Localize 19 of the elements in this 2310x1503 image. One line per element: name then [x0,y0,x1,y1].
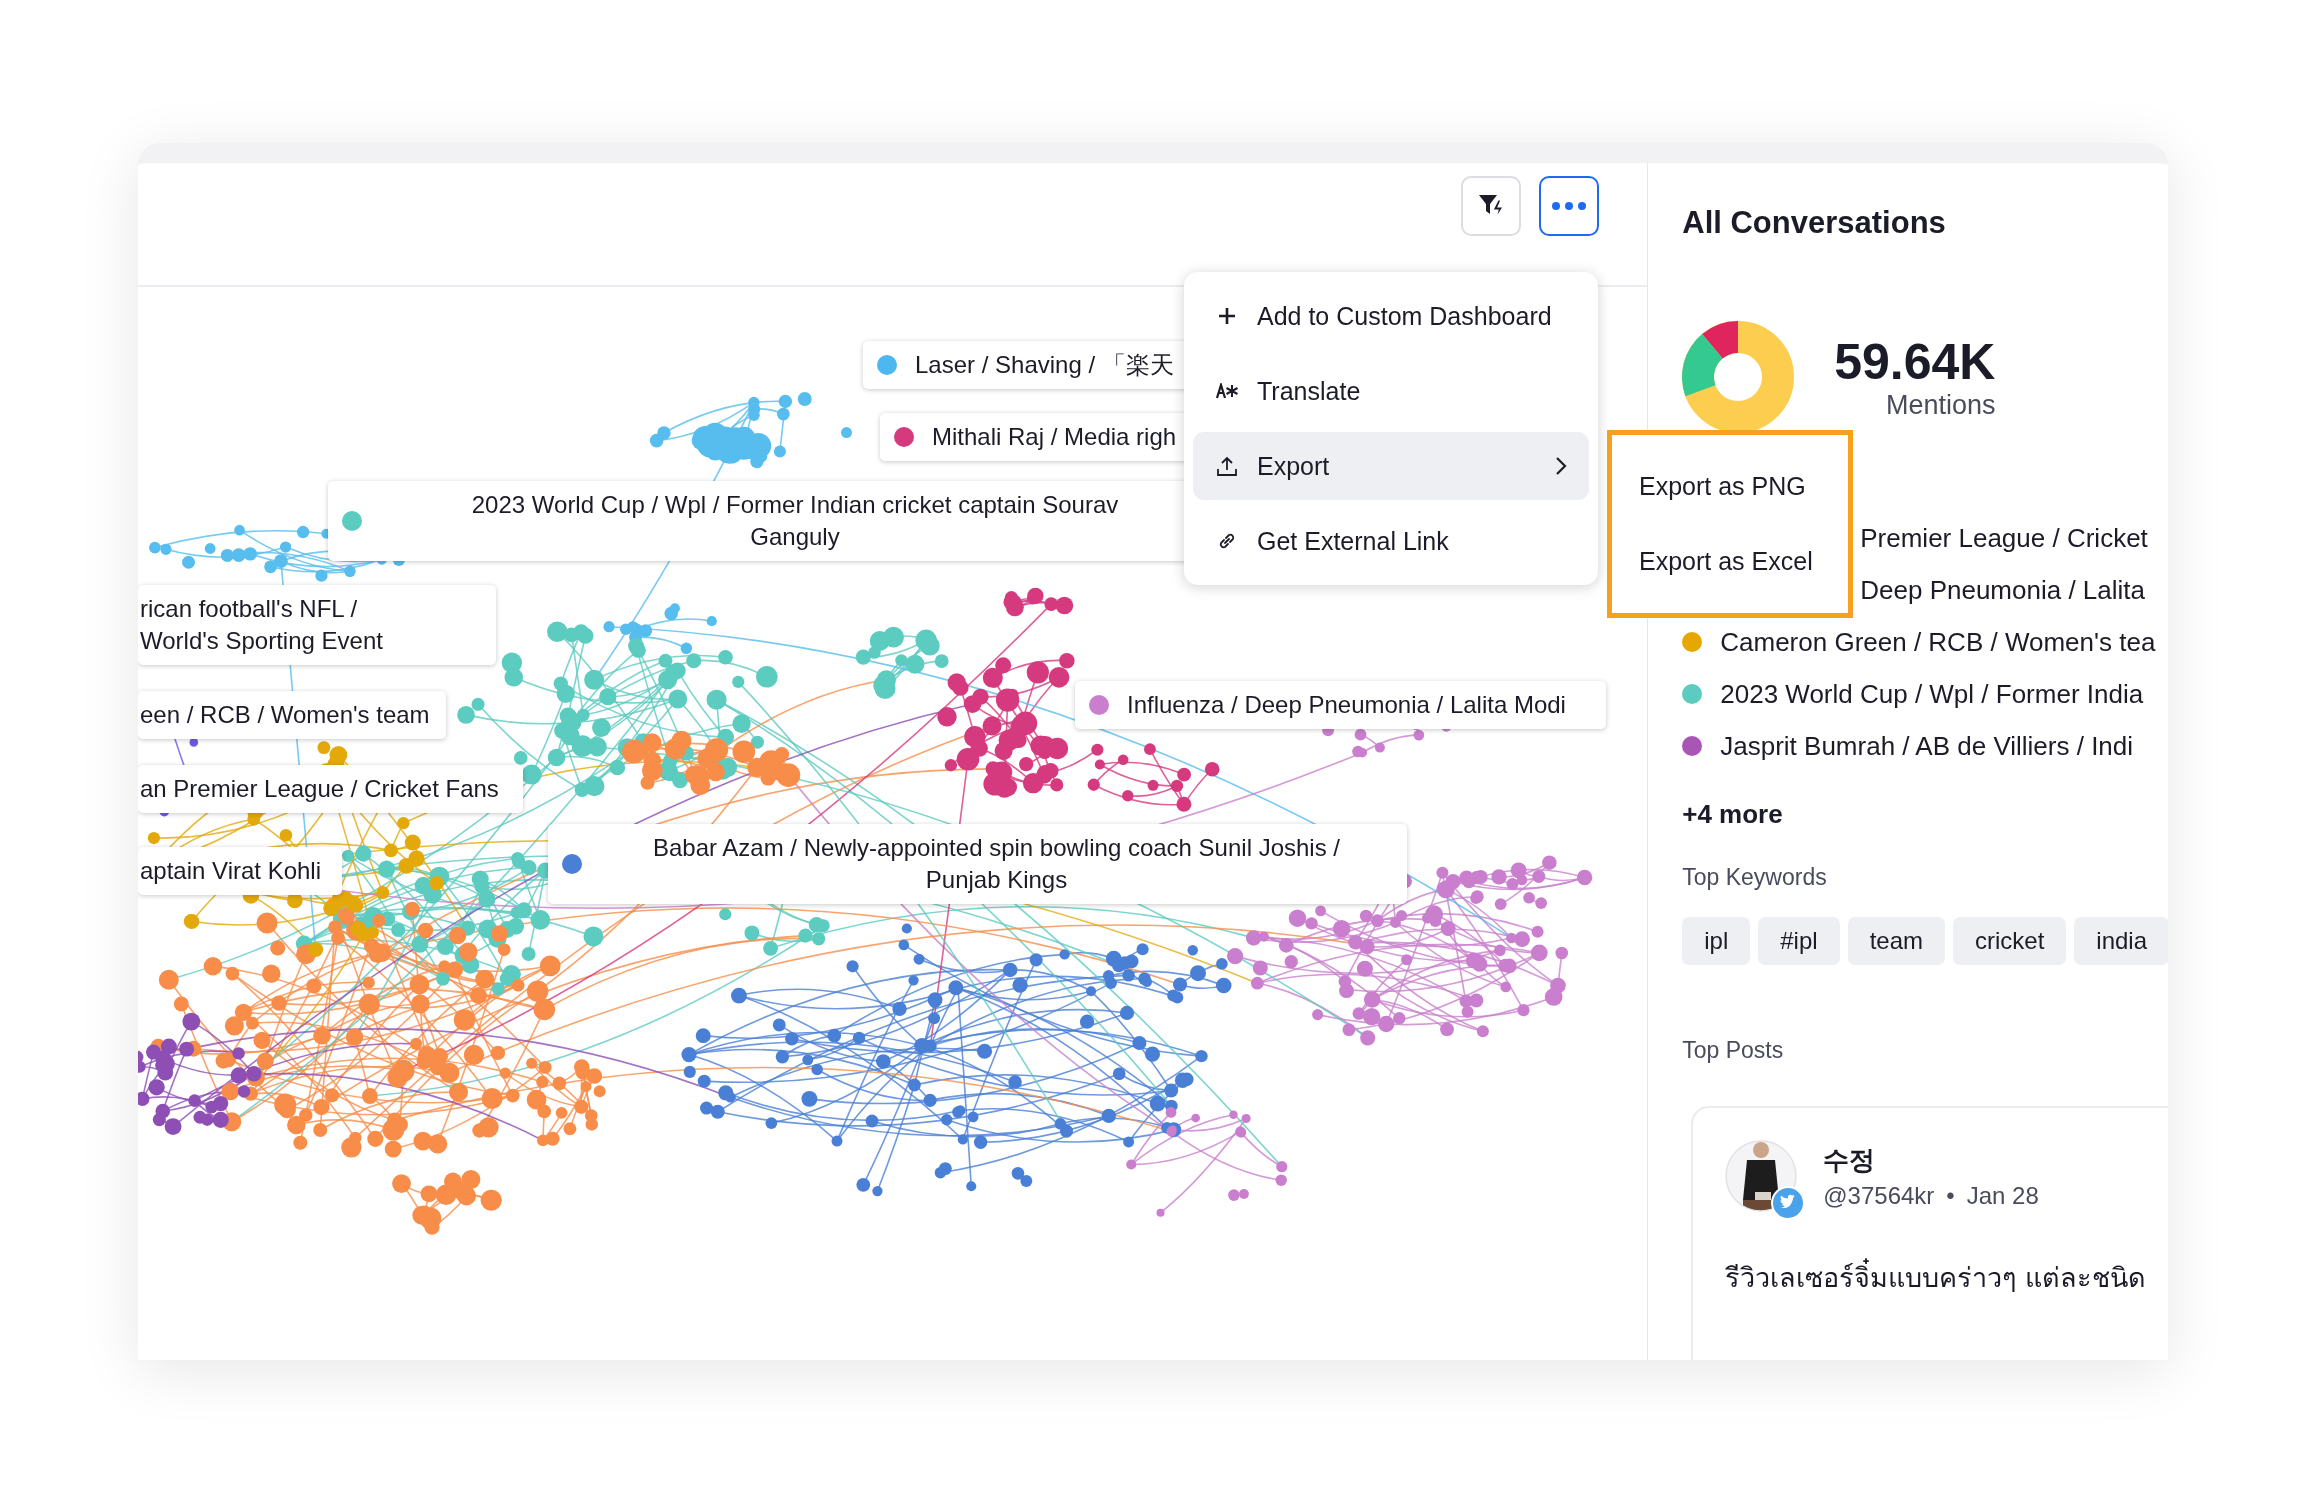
separator: • [1946,1181,1955,1210]
label-text: Mithali Raj / Media righ [932,422,1177,452]
label-text: Laser / Shaving / 「楽天 [915,350,1174,380]
section-heading: Top Keywords [1682,864,1828,891]
section-heading: Top Posts [1682,1037,1785,1064]
label-text: 2023 World Cup / Wpl / Former Indian cricket captain Sourav Ganguly [470,490,1120,552]
mentions-label: Mentions [1885,389,1996,421]
label-text: rican football's NFL / World's Sporting Event [140,594,384,656]
label-text: Influenza / Deep Pneumonia / Lalita Modi [1127,690,1566,720]
label-text: aptain Virat Kohli [140,856,321,886]
author-name: 수정 [1823,1143,1877,1177]
label-text: an Premier League / Cricket Fans [140,774,499,804]
label-text: een / RCB / Women's team [140,700,430,730]
mentions-count: 59.64K [1834,333,1996,390]
label-text: Babar Azam / Newly-appointed spin bowling coach Sunil Joshis / Punjab Kings [651,833,1341,895]
panel-title: All Conversations [1682,205,1947,241]
post-text: รีวิวเลเซอร์จิ๋มแบบคร่าวๆ แต่ละชนิด [1725,1256,2168,1299]
post-date: Jan 28 [1966,1181,2039,1210]
author-handle: @37564kr [1823,1181,1935,1210]
